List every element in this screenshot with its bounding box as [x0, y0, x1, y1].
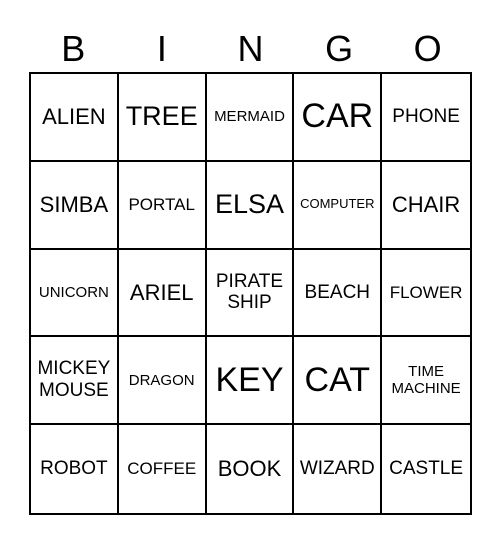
- bingo-cell[interactable]: DRAGON: [118, 337, 207, 426]
- bingo-cell[interactable]: FLOWER: [382, 250, 470, 338]
- bingo-cell[interactable]: ARIEL: [118, 249, 207, 338]
- bingo-cell[interactable]: CHAIR: [382, 162, 470, 250]
- bingo-cell[interactable]: ELSA: [206, 161, 295, 250]
- bingo-cell-text: MICKEY MOUSE: [37, 358, 111, 402]
- bingo-cell[interactable]: UNICORN: [31, 249, 119, 338]
- bingo-cell-text: SIMBA: [39, 192, 109, 218]
- bingo-cell-text: TREE: [125, 101, 198, 132]
- bingo-cell[interactable]: ROBOT: [31, 425, 119, 513]
- bingo-header: B I N G O: [29, 26, 472, 72]
- bingo-cell-text: ARIEL: [129, 279, 194, 305]
- bingo-cell[interactable]: CASTLE: [382, 425, 470, 513]
- bingo-cell-text: CHAIR: [391, 192, 461, 218]
- bingo-cell[interactable]: COFFEE: [119, 425, 207, 513]
- bingo-cell[interactable]: WIZARD: [294, 425, 383, 513]
- header-letter-b: B: [61, 28, 86, 69]
- bingo-cell-text: WIZARD: [299, 458, 375, 480]
- bingo-cell-text: UNICORN: [38, 283, 109, 301]
- bingo-cell-text: KEY: [215, 360, 284, 399]
- bingo-grid: ALIEN TREE MERMAID CAR PHONE SIMBA PORTAL ELSA C…: [29, 72, 472, 515]
- bingo-cell-text: PHONE: [392, 105, 460, 127]
- bingo-cell[interactable]: BEACH: [294, 249, 383, 338]
- bingo-cell[interactable]: MERMAID: [206, 74, 295, 162]
- bingo-cell-text: COFFEE: [127, 459, 197, 479]
- header-letter-n: N: [237, 28, 264, 69]
- bingo-cell-text: PORTAL: [128, 194, 195, 214]
- bingo-cell[interactable]: PORTAL: [118, 161, 207, 250]
- bingo-cell-text: CAR: [301, 97, 374, 136]
- bingo-cell[interactable]: PIRATE SHIP: [206, 249, 295, 338]
- bingo-cell[interactable]: COMPUTER: [294, 161, 383, 250]
- bingo-cell[interactable]: TREE: [118, 74, 207, 162]
- header-letter-o: O: [413, 28, 442, 69]
- bingo-cell[interactable]: ALIEN: [31, 74, 119, 162]
- bingo-cell-text: BEACH: [304, 281, 371, 303]
- bingo-cell-text: ALIEN: [42, 104, 106, 130]
- bingo-cell[interactable]: SIMBA: [31, 161, 119, 250]
- bingo-cell-text: COMPUTER: [300, 196, 375, 212]
- header-letter-g: G: [325, 28, 354, 69]
- bingo-cell[interactable]: TIME MACHINE: [382, 337, 470, 426]
- bingo-cell-text: DRAGON: [128, 371, 195, 389]
- bingo-cell[interactable]: KEY: [206, 337, 295, 426]
- header-letter-i: I: [156, 28, 167, 69]
- bingo-cell[interactable]: MICKEY MOUSE: [31, 337, 119, 426]
- bingo-cell-text: ELSA: [214, 189, 285, 220]
- bingo-cell-text: CASTLE: [389, 458, 464, 480]
- bingo-cell[interactable]: PHONE: [382, 74, 470, 162]
- bingo-cell-text: MERMAID: [214, 108, 285, 126]
- bingo-cell-text: FLOWER: [389, 282, 463, 302]
- bingo-cell-text: BOOK: [217, 456, 282, 482]
- bingo-cell[interactable]: BOOK: [207, 425, 295, 513]
- bingo-cell-text: PIRATE SHIP: [215, 270, 284, 314]
- bingo-cell[interactable]: CAT: [294, 337, 383, 426]
- bingo-cell-text: TIME MACHINE: [391, 363, 461, 398]
- bingo-cell-text: ROBOT: [40, 458, 108, 480]
- bingo-cell-text: CAT: [304, 360, 371, 399]
- bingo-cell[interactable]: CAR: [294, 74, 383, 162]
